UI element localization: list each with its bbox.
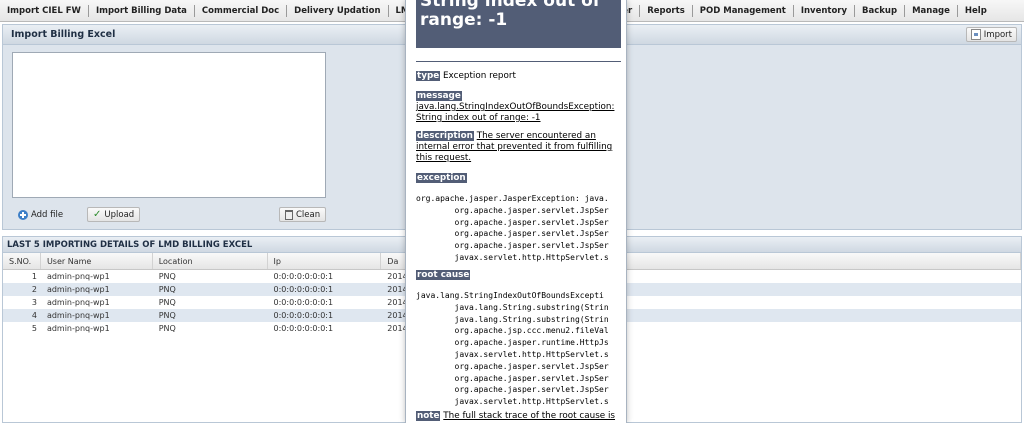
- error-exception: exception: [416, 173, 621, 184]
- cell-location: PNQ: [158, 272, 176, 281]
- message-value: java.lang.StringIndexOutOfBoundsExceptio…: [416, 102, 615, 123]
- root-cause-stack-trace: java.lang.StringIndexOutOfBoundsExcepti …: [416, 291, 609, 407]
- cell-ip: 0:0:0:0:0:0:0:1: [273, 272, 334, 281]
- cell-ip: 0:0:0:0:0:0:0:1: [273, 298, 334, 307]
- error-note: note The full stack trace of the root ca…: [416, 411, 621, 422]
- column-header-user-name[interactable]: User Name: [41, 253, 153, 269]
- trash-icon: [285, 209, 293, 220]
- add-file-label: Add file: [31, 209, 64, 220]
- error-description: description The server encountered an in…: [416, 131, 621, 164]
- note-value: The full stack trace of the root cause i…: [443, 411, 616, 421]
- description-label: description: [416, 131, 474, 141]
- type-label: type: [416, 71, 441, 81]
- menu-item-help[interactable]: Help: [958, 5, 994, 17]
- import-button-label: Import: [983, 29, 1012, 40]
- cell-user-name: admin-pnq-wp1: [46, 285, 110, 294]
- menu-item-reports[interactable]: Reports: [640, 4, 693, 17]
- menu-item-delivery-updation[interactable]: Delivery Updation: [287, 4, 389, 17]
- cell-location: PNQ: [158, 324, 176, 333]
- root-cause-label: root cause: [416, 270, 471, 280]
- check-icon: ✓: [93, 208, 102, 220]
- cell-user-name: admin-pnq-wp1: [46, 298, 110, 307]
- menu-item-import-billing-data[interactable]: Import Billing Data: [89, 4, 195, 17]
- import-panel-title: Import Billing Excel: [11, 29, 116, 40]
- error-type: type Exception report: [416, 71, 621, 82]
- cell-location: PNQ: [158, 285, 176, 294]
- error-report-page: String index out of range: -1 type Excep…: [405, 0, 627, 423]
- import-button[interactable]: Import: [965, 27, 1017, 42]
- cell-sno: 3: [31, 298, 37, 307]
- column-header-ip[interactable]: Ip: [268, 253, 382, 269]
- note-label: note: [416, 411, 441, 421]
- upload-label: Upload: [104, 209, 135, 220]
- clean-button[interactable]: Clean: [279, 207, 327, 222]
- cell-ip: 0:0:0:0:0:0:0:1: [273, 324, 334, 333]
- cell-user-name: admin-pnq-wp1: [46, 324, 110, 333]
- upload-button[interactable]: ✓ Upload: [87, 207, 141, 222]
- add-file-button[interactable]: Add file: [12, 207, 69, 222]
- type-value: Exception report: [443, 71, 516, 81]
- menu-item-inventory[interactable]: Inventory: [794, 4, 856, 17]
- cell-sno: 4: [31, 311, 37, 320]
- cell-location: PNQ: [158, 311, 176, 320]
- error-title: String index out of range: -1: [416, 0, 621, 48]
- column-header-location[interactable]: Location: [153, 253, 268, 269]
- cell-user-name: admin-pnq-wp1: [46, 311, 110, 320]
- menu-item-pod-management[interactable]: POD Management: [693, 4, 794, 17]
- error-divider: [416, 61, 621, 62]
- column-header-sno[interactable]: S.NO.: [3, 253, 41, 269]
- menu-item-import-ciel-fw[interactable]: Import CIEL FW: [0, 4, 89, 17]
- add-icon: [18, 209, 28, 220]
- exception-stack-trace: org.apache.jasper.JasperException: java.…: [416, 194, 609, 262]
- cell-sno: 5: [31, 324, 37, 333]
- menu-item-backup[interactable]: Backup: [855, 4, 906, 17]
- menu-item-commercial-doc[interactable]: Commercial Doc: [195, 4, 288, 17]
- cell-location: PNQ: [158, 298, 176, 307]
- cell-ip: 0:0:0:0:0:0:0:1: [273, 285, 334, 294]
- file-list-box[interactable]: [12, 52, 326, 198]
- cell-ip: 0:0:0:0:0:0:0:1: [273, 311, 334, 320]
- exception-label: exception: [416, 173, 467, 183]
- cell-sno: 2: [31, 285, 37, 294]
- import-icon: [970, 29, 981, 40]
- cell-sno: 1: [31, 272, 37, 281]
- error-root-cause: root cause: [416, 270, 621, 281]
- error-message: message java.lang.StringIndexOutOfBounds…: [416, 91, 621, 124]
- clean-label: Clean: [296, 209, 321, 220]
- menu-item-manage[interactable]: Manage: [905, 4, 958, 17]
- message-label: message: [416, 91, 462, 101]
- cell-user-name: admin-pnq-wp1: [46, 272, 110, 281]
